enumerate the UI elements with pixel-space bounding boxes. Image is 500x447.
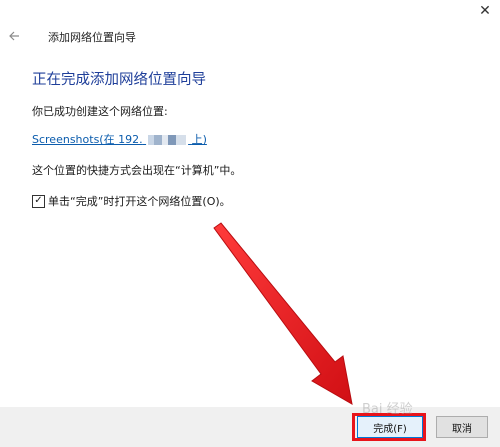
back-arrow-icon xyxy=(9,31,19,41)
open-location-checkbox[interactable]: ✓ xyxy=(32,194,45,208)
finish-highlight-box xyxy=(352,413,426,441)
wizard-title: 添加网络位置向导 xyxy=(48,31,136,44)
created-label: 你已成功创建这个网络位置: xyxy=(32,105,168,118)
location-link-suffix: 上) xyxy=(191,133,207,146)
open-location-option[interactable]: ✓ 单击“完成”时打开这个网络位置(O)。 xyxy=(32,193,231,209)
back-button[interactable] xyxy=(6,28,22,44)
shortcut-note: 这个位置的快捷方式会出现在“计算机”中。 xyxy=(32,164,242,177)
checkmark-icon: ✓ xyxy=(34,195,43,206)
open-location-label: 单击“完成”时打开这个网络位置(O)。 xyxy=(48,195,231,208)
cancel-button[interactable]: 取消 xyxy=(436,416,488,438)
page-heading: 正在完成添加网络位置向导 xyxy=(32,72,206,88)
close-button[interactable]: ✕ xyxy=(470,0,500,22)
watermark: Bai 经验 xyxy=(362,402,413,417)
close-icon: ✕ xyxy=(479,3,491,19)
location-link-prefix: Screenshots(在 192. xyxy=(32,133,143,146)
network-location-link[interactable]: Screenshots(在 192. 上) xyxy=(32,131,207,147)
wizard-title-bar: 添加网络位置向导 xyxy=(0,24,500,48)
redacted-address xyxy=(148,134,187,146)
